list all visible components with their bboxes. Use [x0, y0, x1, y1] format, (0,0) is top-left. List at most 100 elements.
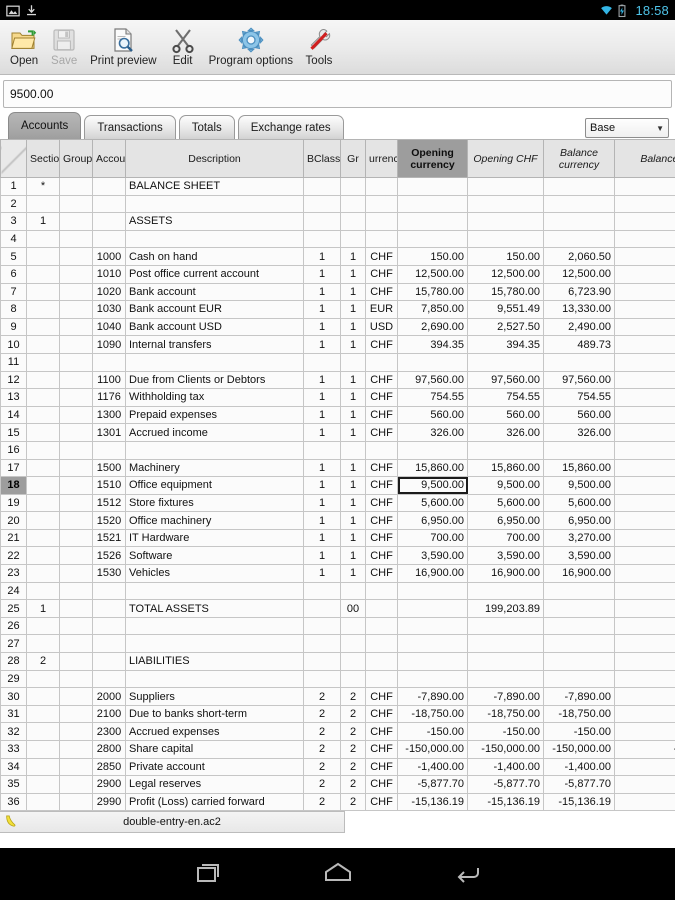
cell-cur[interactable]: CHF — [365, 528, 398, 548]
cell-opc[interactable] — [397, 194, 468, 214]
cell-opchf[interactable]: -5,877.70 — [467, 775, 544, 794]
row-header[interactable]: 26 — [0, 616, 27, 636]
col-header-bcl[interactable]: BClass — [303, 139, 341, 178]
cell-cur[interactable] — [365, 669, 398, 689]
cell-grp[interactable] — [59, 264, 93, 284]
save-button[interactable]: Save — [44, 24, 84, 67]
col-header-opc[interactable]: Opening currency — [397, 139, 468, 178]
cell-acc[interactable]: 1530 — [92, 564, 126, 583]
cell-cur[interactable]: CHF — [365, 476, 398, 495]
cell-opc[interactable]: 15,860.00 — [397, 458, 468, 478]
table-row[interactable]: 18 1510 Office equipment 1 1 CHF 9,500.00 9,500… — [0, 476, 675, 495]
cell-gr[interactable] — [340, 581, 366, 601]
cell-cur[interactable]: CHF — [365, 335, 398, 354]
table-row[interactable]: 4 — [0, 229, 675, 249]
cell-balchf[interactable]: 5,600 — [614, 493, 675, 513]
cell-cur[interactable]: CHF — [365, 740, 398, 759]
open-button[interactable]: Open — [4, 24, 44, 67]
cell-gr[interactable]: 1 — [340, 493, 366, 513]
cell-grp[interactable] — [59, 405, 93, 425]
row-header[interactable]: 31 — [0, 704, 27, 724]
cell-opc[interactable]: 560.00 — [397, 405, 468, 425]
cell-balc[interactable]: 16,900.00 — [543, 564, 615, 583]
cell-desc[interactable]: ASSETS — [125, 212, 304, 231]
cell-desc[interactable]: IT Hardware — [125, 528, 304, 548]
cell-grp[interactable] — [59, 388, 93, 407]
cell-opchf[interactable]: 199,203.89 — [467, 599, 544, 618]
cell-desc[interactable] — [125, 194, 304, 214]
cell-sec[interactable] — [26, 264, 60, 284]
table-row[interactable]: 31 2100 Due to banks short-term 2 2 CHF -18,75… — [0, 704, 675, 724]
table-row[interactable]: 23 1530 Vehicles 1 1 CHF 16,900.00 16,900.00 16,… — [0, 564, 675, 583]
cell-acc[interactable]: 2900 — [92, 775, 126, 794]
cell-acc[interactable]: 1526 — [92, 546, 126, 566]
cell-opchf[interactable]: 12,500.00 — [467, 264, 544, 284]
cell-gr[interactable] — [340, 634, 366, 654]
cell-opc[interactable]: 700.00 — [397, 528, 468, 548]
cell-opc[interactable]: -7,890.00 — [397, 687, 468, 706]
recents-icon[interactable] — [191, 859, 225, 889]
row-header[interactable]: 32 — [0, 722, 27, 741]
table-row[interactable]: 7 1020 Bank account 1 1 CHF 15,780.00 15,780.00… — [0, 282, 675, 302]
cell-balc[interactable]: 3,270.00 — [543, 528, 615, 548]
cell-sec[interactable] — [26, 335, 60, 354]
row-header[interactable]: 8 — [0, 300, 27, 319]
table-row[interactable]: 32 2300 Accrued expenses 2 2 CHF -150.00 -150.0… — [0, 722, 675, 741]
cell-bcl[interactable]: 1 — [303, 335, 341, 354]
cell-grp[interactable] — [59, 546, 93, 566]
cell-sec[interactable]: * — [26, 177, 60, 196]
cell-cur[interactable]: EUR — [365, 300, 398, 319]
cell-bcl[interactable]: 1 — [303, 317, 341, 337]
cell-opchf[interactable]: 326.00 — [467, 423, 544, 442]
cell-opc[interactable] — [397, 581, 468, 601]
cell-balchf[interactable]: -15,136 — [614, 792, 675, 812]
cell-acc[interactable]: 2990 — [92, 792, 126, 812]
cell-bcl[interactable] — [303, 616, 341, 636]
cell-desc[interactable]: BALANCE SHEET — [125, 177, 304, 196]
cell-cur[interactable] — [365, 599, 398, 618]
row-header[interactable]: 24 — [0, 581, 27, 601]
cell-desc[interactable]: Prepaid expenses — [125, 405, 304, 425]
cell-cur[interactable]: CHF — [365, 511, 398, 530]
cell-bcl[interactable]: 1 — [303, 388, 341, 407]
cell-bcl[interactable]: 2 — [303, 704, 341, 724]
cell-balchf[interactable]: 2,060 — [614, 247, 675, 266]
cell-balc[interactable] — [543, 599, 615, 618]
cell-opc[interactable] — [397, 212, 468, 231]
cell-grp[interactable] — [59, 511, 93, 530]
cell-sec[interactable] — [26, 317, 60, 337]
cell-desc[interactable] — [125, 634, 304, 654]
print-preview-button[interactable]: Print preview — [84, 24, 162, 67]
cell-grp[interactable] — [59, 247, 93, 266]
cell-sec[interactable] — [26, 669, 60, 689]
cell-cur[interactable]: CHF — [365, 370, 398, 390]
cell-opc[interactable]: 754.55 — [397, 388, 468, 407]
cell-grp[interactable] — [59, 581, 93, 601]
cell-balc[interactable]: 9,500.00 — [543, 476, 615, 495]
cell-gr[interactable] — [340, 652, 366, 671]
cell-bcl[interactable]: 2 — [303, 687, 341, 706]
cell-cur[interactable]: CHF — [365, 405, 398, 425]
table-row[interactable]: 29 — [0, 669, 675, 689]
cell-gr[interactable]: 1 — [340, 423, 366, 442]
cell-gr[interactable]: 2 — [340, 704, 366, 724]
cell-opchf[interactable] — [467, 194, 544, 214]
cell-sec[interactable] — [26, 564, 60, 583]
cell-balc[interactable]: 6,723.90 — [543, 282, 615, 302]
cell-desc[interactable]: Legal reserves — [125, 775, 304, 794]
cell-cur[interactable]: CHF — [365, 247, 398, 266]
cell-cur[interactable]: CHF — [365, 687, 398, 706]
cell-sec[interactable] — [26, 740, 60, 759]
cell-bcl[interactable]: 2 — [303, 740, 341, 759]
cell-opc[interactable] — [397, 599, 468, 618]
cell-balchf[interactable]: 15,860 — [614, 458, 675, 478]
row-header[interactable]: 1 — [0, 177, 27, 196]
row-header[interactable]: 17 — [0, 458, 27, 478]
cell-grp[interactable] — [59, 229, 93, 249]
col-header-acc[interactable]: Accoun — [92, 139, 126, 178]
cell-sec[interactable] — [26, 440, 60, 460]
row-header[interactable]: 35 — [0, 775, 27, 794]
cell-cur[interactable]: CHF — [365, 722, 398, 741]
table-row[interactable]: 14 1300 Prepaid expenses 1 1 CHF 560.00 560.00 5… — [0, 405, 675, 425]
cell-sec[interactable] — [26, 634, 60, 654]
